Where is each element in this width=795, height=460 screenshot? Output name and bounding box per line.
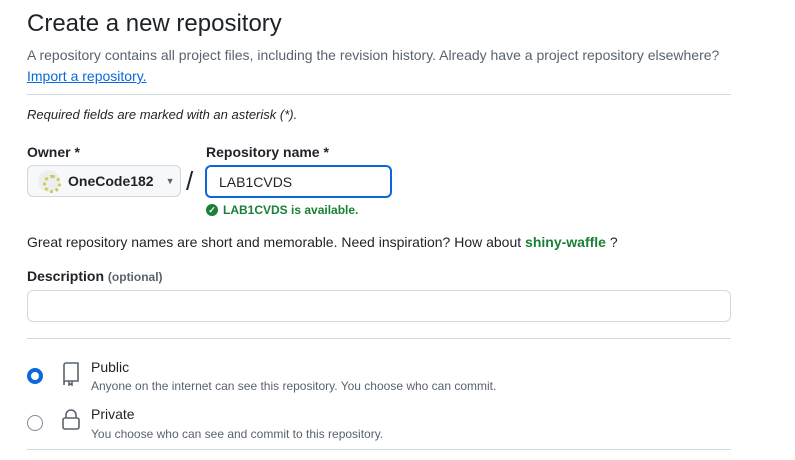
private-label: Private: [91, 406, 135, 422]
owner-dropdown[interactable]: OneCode182 ▼: [27, 165, 181, 197]
divider: [27, 338, 731, 339]
suggested-name[interactable]: shiny-waffle: [525, 234, 606, 250]
suggestion: Great repository names are short and mem…: [27, 234, 618, 250]
suggestion-text: Great repository names are short and mem…: [27, 234, 522, 250]
owner-value: OneCode182: [68, 173, 154, 189]
separator: /: [186, 166, 194, 196]
description-label-text: Description: [27, 268, 105, 284]
lock-icon: [62, 409, 80, 430]
public-label: Public: [91, 359, 130, 375]
repo-name-label: Repository name *: [206, 144, 329, 160]
avatar: [38, 170, 61, 193]
required-note: Required fields are marked with an aster…: [27, 107, 298, 122]
description-label: Description (optional): [27, 268, 163, 284]
availability-status: ✓ LAB1CVDS is available.: [206, 203, 358, 217]
repo-name-input[interactable]: LAB1CVDS: [205, 165, 392, 198]
import-repository-link[interactable]: Import a repository.: [27, 68, 147, 84]
optional-label: (optional): [107, 270, 163, 284]
availability-text: LAB1CVDS is available.: [223, 203, 359, 217]
private-description: You choose who can see and commit to thi…: [91, 427, 384, 441]
page-title: Create a new repository: [27, 10, 282, 37]
chevron-down-icon: ▼: [165, 176, 175, 186]
divider: [27, 94, 731, 95]
suggestion-suffix: ?: [605, 234, 618, 250]
repo-icon: [63, 362, 79, 386]
owner-label: Owner *: [27, 144, 80, 160]
divider: [27, 449, 731, 450]
public-description: Anyone on the internet can see this repo…: [91, 379, 497, 393]
description-input[interactable]: [27, 290, 731, 322]
check-circle-icon: ✓: [206, 204, 218, 216]
private-radio[interactable]: [27, 415, 43, 431]
subtitle: A repository contains all project files,…: [27, 47, 720, 63]
public-radio[interactable]: [27, 368, 43, 384]
